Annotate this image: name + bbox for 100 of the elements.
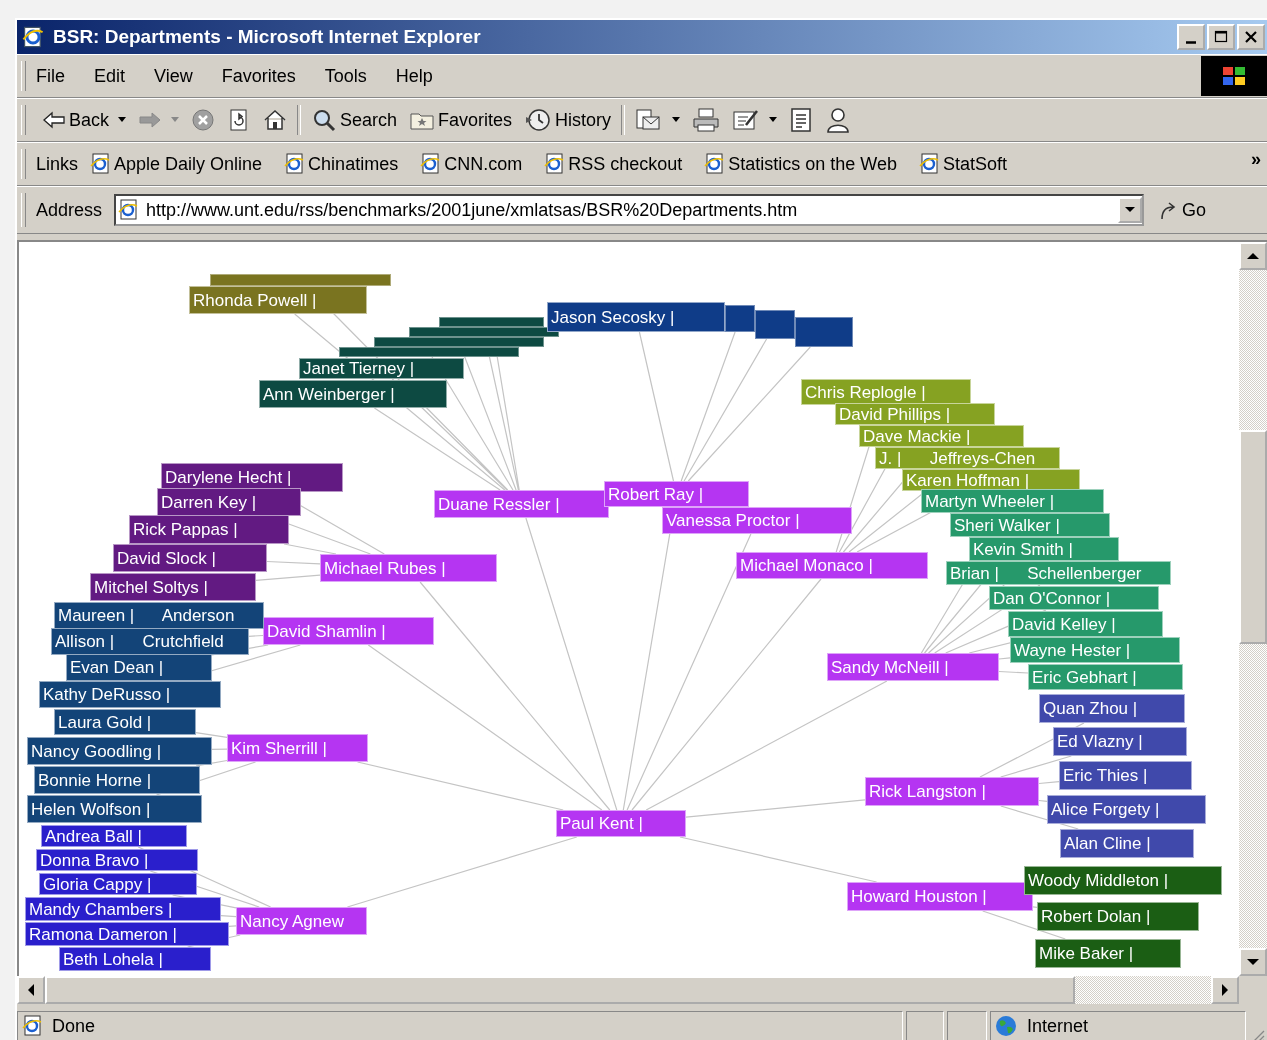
caret-icon xyxy=(672,117,681,123)
link-button[interactable]: CNN.com xyxy=(420,153,523,175)
node-box[interactable] xyxy=(210,274,391,286)
tree-node[interactable]: Ann Weinberger | xyxy=(259,380,447,408)
scroll-up-button[interactable] xyxy=(1239,242,1267,270)
page-icon xyxy=(284,153,305,175)
dropdown-button[interactable] xyxy=(1118,197,1143,223)
left-arrow-icon xyxy=(42,110,66,130)
tree-node[interactable]: Kim Sherrill | xyxy=(227,734,368,762)
tree-node[interactable]: Rick Pappas | xyxy=(129,515,289,544)
node-box[interactable] xyxy=(725,305,755,332)
tree-node[interactable]: Allison | Crutchfield xyxy=(51,628,249,655)
tree-node[interactable]: Eric Gebhart | xyxy=(1028,664,1183,690)
tree-node[interactable]: Brian | Schellenberger xyxy=(946,561,1171,585)
tree-node[interactable]: Ramona Dameron | xyxy=(25,922,229,946)
link-button[interactable]: Statistics on the Web xyxy=(704,153,897,175)
status-panel xyxy=(947,1011,987,1040)
tree-node[interactable]: Alice Forgety | xyxy=(1047,795,1206,824)
person-icon xyxy=(825,106,852,134)
history-button[interactable]: History xyxy=(518,102,618,138)
back-button[interactable]: Back xyxy=(36,102,133,138)
menu-item[interactable]: File xyxy=(36,65,65,87)
tree-node[interactable]: David Kelley | xyxy=(1008,611,1163,637)
tree-node[interactable]: Maureen | Anderson xyxy=(54,602,264,629)
tree-node[interactable]: Mike Baker | xyxy=(1035,939,1181,968)
document-icon xyxy=(789,107,814,133)
link-button[interactable]: Apple Daily Online xyxy=(90,153,263,175)
tree-node[interactable]: Kevin Smith | xyxy=(969,537,1119,561)
home-icon xyxy=(263,108,288,132)
tree-node[interactable]: Nancy Agnew xyxy=(236,907,367,935)
tree-node[interactable]: Mitchel Soltys | xyxy=(90,573,256,601)
node-box[interactable] xyxy=(439,317,544,327)
link-button[interactable]: RSS checkout xyxy=(544,153,683,175)
tree-node[interactable]: Evan Dean | xyxy=(66,654,212,681)
tree-node[interactable]: Duane Ressler | xyxy=(434,490,609,518)
tree-node[interactable]: Darren Key | xyxy=(157,488,301,516)
tree-node[interactable]: Vanessa Proctor | xyxy=(662,507,852,534)
tree-node[interactable]: Paul Kent | xyxy=(556,810,686,837)
scroll-thumb[interactable] xyxy=(1239,430,1267,644)
node-box[interactable] xyxy=(339,347,519,357)
tree-node[interactable]: Sheri Walker | xyxy=(950,513,1110,537)
tree-node[interactable]: Janet Tierney | xyxy=(299,358,464,379)
menu-item[interactable]: View xyxy=(154,65,193,87)
page-icon xyxy=(919,153,939,175)
minimize-icon xyxy=(1186,40,1196,44)
menu-item[interactable]: Edit xyxy=(94,65,126,87)
scroll-down-button[interactable] xyxy=(1239,948,1267,976)
more-links-button[interactable]: » xyxy=(1245,148,1267,180)
maximize-button[interactable] xyxy=(1207,24,1235,50)
tree-node[interactable]: Michael Rubes | xyxy=(320,554,497,582)
tree-node[interactable]: Laura Gold | xyxy=(54,709,196,735)
node-box[interactable] xyxy=(374,337,544,347)
tree-node[interactable]: David Shamlin | xyxy=(263,617,434,645)
address-field[interactable]: http://www.unt.edu/rss/benchmarks/2001june/xmlatsas/BSR%20Departments.htm xyxy=(114,194,1145,226)
tree-node[interactable]: Alan Cline | xyxy=(1060,829,1194,858)
scroll-left-button[interactable] xyxy=(17,976,45,1004)
go-button[interactable]: Go xyxy=(1154,199,1211,221)
tree-node[interactable]: Michael Monaco | xyxy=(736,552,928,579)
tree-node[interactable]: Wayne Hester | xyxy=(1010,637,1180,663)
tree-node[interactable]: Kathy DeRusso | xyxy=(39,681,221,708)
tree-node[interactable]: Ed Vlazny | xyxy=(1053,727,1187,756)
search-button[interactable]: Search xyxy=(305,102,404,138)
tree-node[interactable]: Donna Bravo | xyxy=(36,849,198,871)
tree-node[interactable]: Rhonda Powell | xyxy=(189,286,367,314)
left-arrow-icon xyxy=(27,984,35,996)
menu-item[interactable]: Help xyxy=(395,65,433,87)
window-title: BSR: Departments - Microsoft Internet Explorer xyxy=(53,26,481,48)
tree-node[interactable]: Nancy Goodling | xyxy=(27,737,212,765)
menu-item[interactable]: Tools xyxy=(324,65,367,87)
up-arrow-icon xyxy=(1247,252,1259,260)
node-box[interactable] xyxy=(755,310,795,339)
maximize-icon xyxy=(1214,30,1228,44)
minimize-button[interactable] xyxy=(1177,24,1205,50)
tree-node[interactable]: Robert Ray | xyxy=(604,481,749,507)
tree-node[interactable]: Mandy Chambers | xyxy=(25,897,221,921)
link-button[interactable]: StatSoft xyxy=(919,153,1008,175)
tree-node[interactable]: Bonnie Horne | xyxy=(34,766,200,794)
tree-node[interactable]: Rick Langston | xyxy=(865,777,1039,806)
search-icon xyxy=(311,107,338,133)
tree-node[interactable]: Sandy McNeill | xyxy=(827,653,999,681)
tree-node[interactable]: Gloria Cappy | xyxy=(39,873,197,895)
tree-node[interactable]: Jason Secosky | xyxy=(547,302,725,332)
favorites-button[interactable]: Favorites xyxy=(403,102,519,138)
scroll-right-button[interactable] xyxy=(1211,976,1239,1004)
tree-node[interactable]: David Slock | xyxy=(113,544,267,572)
tree-node[interactable]: Robert Dolan | xyxy=(1037,902,1199,931)
node-box[interactable] xyxy=(795,317,853,347)
tree-node[interactable]: Martyn Wheeler | xyxy=(921,489,1104,513)
tree-node[interactable]: Helen Wolfson | xyxy=(27,795,202,823)
link-button[interactable]: Chinatimes xyxy=(284,153,399,175)
tree-node[interactable]: Andrea Ball | xyxy=(41,825,187,847)
tree-node[interactable]: Woody Middleton | xyxy=(1024,866,1222,895)
close-button[interactable] xyxy=(1237,24,1265,50)
tree-node[interactable]: Eric Thies | xyxy=(1059,761,1192,790)
node-box[interactable] xyxy=(409,327,559,337)
menu-item[interactable]: Favorites xyxy=(221,65,296,87)
page-icon xyxy=(420,153,441,175)
tree-node[interactable]: Dan O'Connor | xyxy=(989,586,1159,610)
tree-node[interactable]: Quan Zhou | xyxy=(1039,694,1185,723)
tree-node[interactable]: Beth Lohela | xyxy=(59,947,211,971)
